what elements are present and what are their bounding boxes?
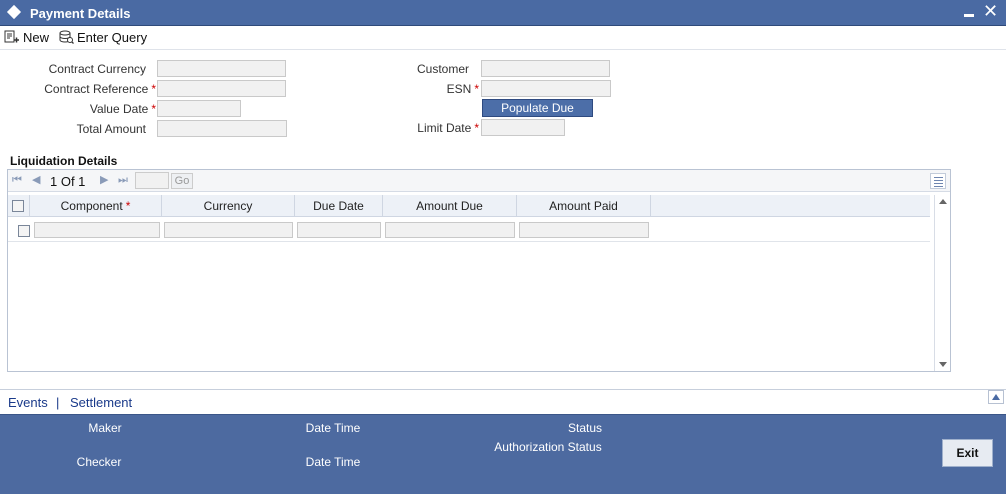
column-header-amount-due[interactable]: Amount Due (383, 195, 517, 217)
minimize-icon[interactable] (963, 5, 975, 19)
page-number-input[interactable] (135, 172, 169, 189)
grid-vertical-scrollbar[interactable] (934, 195, 950, 371)
required-marker: * (125, 199, 131, 213)
contract-currency-input[interactable] (157, 60, 286, 77)
populate-due-button[interactable]: Populate Due (482, 99, 593, 117)
liquidation-details-grid: ⏮ ◀ 1 Of 1 ▶ ⏭ Go Component * Currency Du… (7, 169, 951, 372)
page-indicator: 1 Of 1 (50, 174, 86, 189)
new-button[interactable]: New (4, 28, 49, 46)
amount-paid-cell-input[interactable] (519, 222, 649, 238)
next-page-icon[interactable]: ▶ (100, 174, 112, 186)
value-date-label: Value Date * (89, 102, 156, 116)
list-view-icon[interactable] (930, 173, 946, 189)
esn-label: ESN * (446, 82, 479, 96)
total-amount-label: Total Amount (76, 122, 146, 136)
maker-date-time-label: Date Time (305, 421, 361, 435)
limit-date-label: Limit Date * (417, 121, 479, 135)
query-database-icon (59, 30, 74, 44)
close-icon[interactable]: ✕ (983, 1, 998, 21)
customer-input[interactable] (481, 60, 610, 77)
required-marker: * (151, 82, 156, 96)
grid-header-row: Component * Currency Due Date Amount Due … (8, 195, 930, 217)
contract-reference-input[interactable] (157, 80, 286, 97)
esn-input[interactable] (481, 80, 611, 97)
row-select-checkbox[interactable] (18, 225, 30, 237)
column-header-amount-paid[interactable]: Amount Paid (517, 195, 651, 217)
table-row (8, 218, 930, 242)
tab-separator: | (56, 395, 60, 410)
currency-cell-input[interactable] (164, 222, 293, 238)
amount-due-cell-input[interactable] (385, 222, 515, 238)
new-document-icon (4, 30, 19, 43)
limit-date-input[interactable] (481, 119, 565, 136)
scroll-down-icon[interactable] (939, 362, 947, 367)
status-label: Status (567, 421, 603, 435)
required-marker: * (474, 121, 479, 135)
checker-label: Checker (76, 455, 122, 469)
window-title: Payment Details (30, 6, 131, 21)
enter-query-button[interactable]: Enter Query (58, 28, 147, 46)
required-marker: * (151, 102, 156, 116)
column-header-currency[interactable]: Currency (162, 195, 295, 217)
total-amount-input[interactable] (157, 120, 287, 137)
checker-date-time-label: Date Time (305, 455, 361, 469)
settlement-link[interactable]: Settlement (70, 395, 132, 410)
collapse-up-icon[interactable] (988, 390, 1004, 404)
last-page-icon[interactable]: ⏭ (118, 174, 130, 186)
customer-label: Customer (416, 62, 469, 76)
enter-query-button-label: Enter Query (77, 29, 148, 45)
previous-page-icon[interactable]: ◀ (32, 174, 44, 186)
maker-label: Maker (88, 421, 122, 435)
authorization-status-label: Authorization Status (494, 440, 602, 454)
go-button[interactable]: Go (171, 173, 193, 189)
sub-screen-tabs: Events | Settlement (0, 389, 1006, 414)
column-header-due-date[interactable]: Due Date (295, 195, 383, 217)
exit-button[interactable]: Exit (942, 439, 993, 467)
due-date-cell-input[interactable] (297, 222, 381, 238)
liquidation-details-title: Liquidation Details (10, 154, 118, 168)
required-marker: * (474, 82, 479, 96)
payment-details-form: Contract Currency Contract Reference * Va… (0, 51, 1006, 388)
scroll-up-icon[interactable] (939, 199, 947, 204)
toolbar: New Enter Query (0, 26, 1006, 50)
events-link[interactable]: Events (8, 395, 48, 410)
value-date-input[interactable] (157, 100, 241, 117)
window-diamond-icon (6, 4, 22, 20)
contract-reference-label: Contract Reference * (44, 82, 156, 96)
grid-pager: ⏮ ◀ 1 Of 1 ▶ ⏭ Go (8, 170, 950, 192)
audit-footer: Maker Date Time Checker Date Time Status… (0, 414, 1006, 494)
select-column-header (8, 195, 30, 217)
new-button-label: New (23, 29, 50, 45)
column-header-component[interactable]: Component * (30, 195, 162, 217)
component-cell-input[interactable] (34, 222, 160, 238)
first-page-icon[interactable]: ⏮ (12, 174, 24, 186)
window-title-bar: Payment Details ✕ (0, 0, 1006, 26)
contract-currency-label: Contract Currency (48, 62, 146, 76)
